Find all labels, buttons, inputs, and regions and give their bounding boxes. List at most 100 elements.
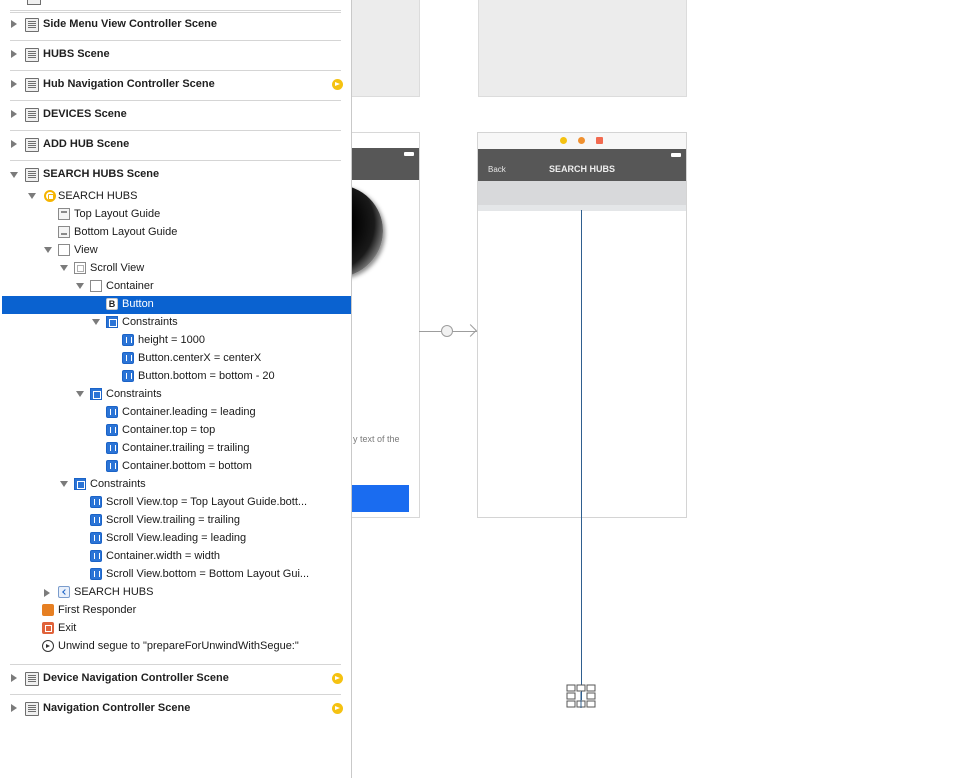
outline-item-container[interactable]: Container xyxy=(2,278,351,296)
outline-item-constraints[interactable]: Constraints xyxy=(2,386,351,404)
outline-item-label: Button xyxy=(122,298,154,310)
outline-item-label: Constraints xyxy=(90,478,146,490)
outline-item-constraints[interactable]: Constraints xyxy=(2,476,351,494)
body-text: y text of the xyxy=(353,434,400,444)
outline-item-first-responder[interactable]: First Responder xyxy=(2,602,351,620)
constraint-item[interactable]: Container.bottom = bottom xyxy=(2,458,351,476)
scene-icon xyxy=(25,18,39,32)
scene-header[interactable]: Side Menu View Controller Scene xyxy=(2,10,351,40)
layout-guide-icon xyxy=(58,226,70,238)
separator xyxy=(10,130,341,131)
outline-item-label: SEARCH HUBS xyxy=(74,586,154,598)
first-responder-dock-icon[interactable] xyxy=(578,137,585,144)
outline-item-label: Constraints xyxy=(106,388,162,400)
disclosure-open-icon[interactable] xyxy=(44,247,52,253)
disclosure-closed-icon[interactable] xyxy=(44,589,50,597)
constraint-item[interactable]: Button.bottom = bottom - 20 xyxy=(2,368,351,386)
disclosure-open-icon[interactable] xyxy=(10,172,18,178)
constraint-item[interactable]: Scroll View.leading = leading xyxy=(2,530,351,548)
constraint-item[interactable]: Container.width = width xyxy=(2,548,351,566)
separator xyxy=(10,40,341,41)
outline-item-navigation-item[interactable]: SEARCH HUBS xyxy=(2,584,351,602)
scene-header[interactable]: Device Navigation Controller Scene xyxy=(2,664,351,694)
outline-item-view[interactable]: View xyxy=(2,242,351,260)
search-hubs-scene-preview[interactable]: Back SEARCH HUBS xyxy=(477,132,687,518)
constraint-item[interactable]: height = 1000 xyxy=(2,332,351,350)
outline-item-constraints[interactable]: Constraints xyxy=(2,314,351,332)
container-view-icon xyxy=(90,280,102,292)
outline-item-label: Container.bottom = bottom xyxy=(122,460,252,472)
scene-preview-top-left[interactable] xyxy=(351,0,420,97)
exit-dock-icon[interactable] xyxy=(596,137,603,144)
disclosure-closed-icon[interactable] xyxy=(11,110,17,118)
disclosure-open-icon[interactable] xyxy=(60,265,68,271)
segue-warning-icon[interactable] xyxy=(332,673,343,684)
scene-header[interactable]: Navigation Controller Scene xyxy=(2,694,351,724)
segue-warning-icon[interactable] xyxy=(332,703,343,714)
outline-item-label: Container.trailing = trailing xyxy=(122,442,250,454)
scene-header[interactable]: ADD HUB Scene xyxy=(2,130,351,160)
scene-preview-top-right[interactable] xyxy=(478,0,687,97)
disclosure-closed-icon[interactable] xyxy=(11,80,17,88)
document-outline[interactable]: Side Menu View Controller Scene HUBS Scen… xyxy=(2,0,352,778)
segue-icon[interactable] xyxy=(441,325,453,337)
resize-handles-icon[interactable] xyxy=(566,684,596,708)
outline-item-label: SEARCH HUBS xyxy=(58,190,138,202)
dial-image xyxy=(351,185,383,277)
constraint-item[interactable]: Container.top = top xyxy=(2,422,351,440)
constraint-icon xyxy=(106,460,118,472)
outline-item-label: Unwind segue to "prepareForUnwindWithSeg… xyxy=(58,640,299,652)
outline-item-label: Scroll View xyxy=(90,262,145,274)
constraint-icon xyxy=(106,424,118,436)
separator xyxy=(10,10,341,11)
scene-header[interactable]: Hub Navigation Controller Scene xyxy=(2,70,351,100)
constraint-item[interactable]: Button.centerX = centerX xyxy=(2,350,351,368)
constraint-icon xyxy=(90,514,102,526)
outline-item-scroll-view[interactable]: Scroll View xyxy=(2,260,351,278)
disclosure-open-icon[interactable] xyxy=(92,319,100,325)
scene-header[interactable]: HUBS Scene xyxy=(2,40,351,70)
scene-header[interactable]: DEVICES Scene xyxy=(2,100,351,130)
outline-item-button[interactable]: B Button xyxy=(2,296,351,314)
outline-item-search-hubs[interactable]: SEARCH HUBS xyxy=(2,188,351,206)
scene-header[interactable]: SEARCH HUBS Scene xyxy=(2,160,351,190)
scene-icon xyxy=(25,48,39,62)
add-hub-scene-preview[interactable]: y text of the xyxy=(351,132,420,518)
segue-warning-icon[interactable] xyxy=(332,79,343,90)
disclosure-closed-icon[interactable] xyxy=(11,704,17,712)
disclosure-open-icon[interactable] xyxy=(76,391,84,397)
disclosure-closed-icon[interactable] xyxy=(11,50,17,58)
outline-item-label: height = 1000 xyxy=(138,334,205,346)
scroll-view-icon xyxy=(74,262,86,274)
scene-icon xyxy=(25,702,39,716)
disclosure-closed-icon[interactable] xyxy=(11,140,17,148)
separator xyxy=(10,160,341,161)
outline-item-label: Scroll View.trailing = trailing xyxy=(106,514,240,526)
constraint-item[interactable]: Container.leading = leading xyxy=(2,404,351,422)
disclosure-open-icon[interactable] xyxy=(28,193,36,199)
outline-item-top-layout-guide[interactable]: Top Layout Guide xyxy=(2,206,351,224)
outline-item-label: Scroll View.top = Top Layout Guide.bott.… xyxy=(106,496,308,508)
disclosure-closed-icon[interactable] xyxy=(11,674,17,682)
disclosure-open-icon[interactable] xyxy=(60,481,68,487)
button-height-guide xyxy=(581,210,582,700)
scene-label: Side Menu View Controller Scene xyxy=(43,18,218,30)
outline-item-label: Container.width = width xyxy=(106,550,221,562)
outline-item-bottom-layout-guide[interactable]: Bottom Layout Guide xyxy=(2,224,351,242)
disclosure-open-icon[interactable] xyxy=(76,283,84,289)
layout-guide-icon xyxy=(58,208,70,220)
outline-item-label: Top Layout Guide xyxy=(74,208,161,220)
search-bar[interactable] xyxy=(478,181,686,205)
constraint-item[interactable]: Container.trailing = trailing xyxy=(2,440,351,458)
outline-item-unwind-segue[interactable]: Unwind segue to "prepareForUnwindWithSeg… xyxy=(2,638,351,656)
view-controller-dock-icon[interactable] xyxy=(560,137,567,144)
action-button[interactable] xyxy=(351,485,409,512)
outline-item-label: View xyxy=(74,244,98,256)
constraint-item[interactable]: Scroll View.top = Top Layout Guide.bott.… xyxy=(2,494,351,512)
outline-item-label: Scroll View.leading = leading xyxy=(106,532,247,544)
constraint-item[interactable]: Scroll View.trailing = trailing xyxy=(2,512,351,530)
disclosure-closed-icon[interactable] xyxy=(11,20,17,28)
constraint-item[interactable]: Scroll View.bottom = Bottom Layout Gui..… xyxy=(2,566,351,584)
outline-item-exit[interactable]: Exit xyxy=(2,620,351,638)
outline-item-label: Container.top = top xyxy=(122,424,216,436)
